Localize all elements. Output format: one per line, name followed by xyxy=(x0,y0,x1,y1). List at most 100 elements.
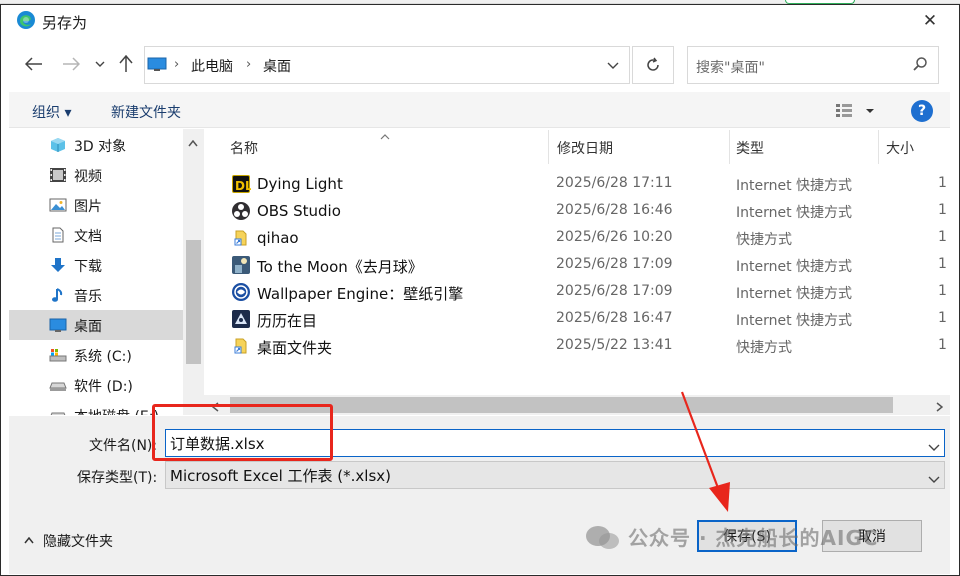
file-date: 2025/6/28 17:09 xyxy=(556,283,673,299)
breadcrumb-this-pc[interactable]: 此电脑 xyxy=(191,56,233,76)
file-row[interactable]: Wallpaper Engine：壁纸引擎 2025/6/28 17:09 In… xyxy=(228,279,950,306)
file-row[interactable]: OBS Studio 2025/6/28 16:46 Internet 快捷方式… xyxy=(228,198,950,225)
column-header-label: 类型 xyxy=(736,141,764,157)
filename-label: 文件名(N): xyxy=(89,438,158,454)
desktop-icon xyxy=(49,317,67,333)
edge-app-icon xyxy=(16,10,36,30)
downloads-icon xyxy=(49,257,67,273)
file-row[interactable]: To the Moon《去月球》 2025/6/28 17:09 Interne… xyxy=(228,252,950,279)
file-type: Internet 快捷方式 xyxy=(736,259,853,275)
back-button[interactable] xyxy=(20,50,48,78)
refresh-icon xyxy=(647,57,659,71)
forward-button[interactable] xyxy=(57,50,85,78)
scroll-right-icon[interactable] xyxy=(936,400,944,416)
hide-folders-toggle[interactable]: 隐藏文件夹 xyxy=(22,531,132,551)
column-header-date[interactable]: 修改日期 xyxy=(549,130,729,164)
new-folder-button[interactable]: 新建文件夹 xyxy=(111,102,181,122)
navigation-scrollbar-thumb[interactable] xyxy=(186,240,201,364)
game-shortcut-icon xyxy=(232,310,250,328)
to-the-moon-icon xyxy=(232,256,250,274)
file-size: 1 xyxy=(938,202,947,218)
arrow-right-icon xyxy=(63,57,80,71)
nav-item-label: 系统 (C:) xyxy=(74,349,132,365)
file-date: 2025/6/28 16:47 xyxy=(556,310,673,326)
highlight-box xyxy=(152,404,333,461)
file-size: 1 xyxy=(938,256,947,272)
help-button[interactable]: ? xyxy=(911,100,933,122)
file-size: 1 xyxy=(938,310,947,326)
music-icon xyxy=(49,287,67,303)
title-bar xyxy=(0,4,960,38)
column-header-type[interactable]: 类型 xyxy=(730,130,878,164)
file-row[interactable]: qihao 2025/6/26 10:20 快捷方式 1 xyxy=(228,225,950,252)
scroll-up-icon[interactable] xyxy=(188,135,198,151)
file-name: 桌面文件夹 xyxy=(257,339,333,357)
details-view-icon xyxy=(836,104,874,117)
dying-light-icon: DL xyxy=(232,175,253,193)
file-date: 2025/6/28 16:46 xyxy=(556,202,673,218)
column-header-name[interactable]: 名称 xyxy=(204,130,548,164)
view-options-button[interactable] xyxy=(834,101,880,121)
file-type: Internet 快捷方式 xyxy=(736,286,853,302)
nav-item-downloads[interactable]: 下载 xyxy=(9,250,184,280)
file-size: 1 xyxy=(938,283,947,299)
hide-folders-label: 隐藏文件夹 xyxy=(43,534,113,550)
system-drive-icon xyxy=(49,347,67,363)
arrow-left-icon xyxy=(25,57,42,71)
chevron-up-icon xyxy=(24,537,34,544)
nav-item-videos[interactable]: 视频 xyxy=(9,160,184,190)
filename-dropdown-icon[interactable] xyxy=(928,439,940,455)
column-header-label: 名称 xyxy=(230,141,258,157)
up-button[interactable] xyxy=(112,50,140,78)
breadcrumb-separator-icon: › xyxy=(174,57,180,72)
file-type: Internet 快捷方式 xyxy=(736,205,853,221)
svg-text:DL: DL xyxy=(235,179,251,193)
nav-item-pictures[interactable]: 图片 xyxy=(9,190,184,220)
organize-button[interactable]: 组织 ▾ xyxy=(32,102,71,122)
file-type: Internet 快捷方式 xyxy=(736,178,853,194)
pictures-icon xyxy=(49,197,67,213)
column-header-label: 大小 xyxy=(886,141,914,157)
drive-icon xyxy=(49,407,67,415)
nav-item-documents[interactable]: 文档 xyxy=(9,220,184,250)
file-row[interactable]: 历历在目 2025/6/28 16:47 Internet 快捷方式 1 xyxy=(228,306,950,333)
file-type: 快捷方式 xyxy=(736,340,792,356)
nav-item-label: 软件 (D:) xyxy=(74,379,133,395)
breadcrumb-desktop[interactable]: 桌面 xyxy=(263,56,291,76)
nav-item-drive-d[interactable]: 软件 (D:) xyxy=(9,370,184,400)
file-date: 2025/6/28 17:11 xyxy=(556,175,673,191)
watermark-text: 公众号 · 杰克船长的AIGC xyxy=(628,526,879,550)
recent-locations-button[interactable] xyxy=(88,50,112,78)
nav-item-desktop[interactable]: 桌面 xyxy=(9,310,184,340)
wallpaper-engine-icon xyxy=(232,283,250,301)
file-name: To the Moon《去月球》 xyxy=(257,258,423,276)
nav-item-label: 音乐 xyxy=(74,289,102,305)
close-icon: ✕ xyxy=(922,11,938,31)
file-row[interactable]: DL Dying Light 2025/6/28 17:11 Internet … xyxy=(228,171,950,198)
nav-item-music[interactable]: 音乐 xyxy=(9,280,184,310)
monitor-icon xyxy=(147,57,167,77)
file-size: 1 xyxy=(938,229,947,245)
file-name: qihao xyxy=(257,229,299,247)
close-button[interactable]: ✕ xyxy=(912,6,948,36)
search-icon xyxy=(912,56,928,76)
nav-item-label: 下载 xyxy=(74,259,102,275)
nav-item-system-drive[interactable]: 系统 (C:) xyxy=(9,340,184,370)
file-row[interactable]: 桌面文件夹 2025/5/22 13:41 快捷方式 1 xyxy=(228,333,950,360)
refresh-button[interactable] xyxy=(632,46,674,84)
file-name: Dying Light xyxy=(257,175,343,193)
search-placeholder: 搜索"桌面" xyxy=(696,60,765,76)
nav-item-label: 文档 xyxy=(74,229,102,245)
file-size: 1 xyxy=(938,337,947,353)
nav-item-label: 3D 对象 xyxy=(74,139,127,155)
breadcrumb-separator-icon: › xyxy=(246,57,252,72)
filetype-dropdown-icon[interactable] xyxy=(928,471,940,487)
address-dropdown-button[interactable] xyxy=(598,47,628,83)
annotation-arrow xyxy=(676,388,746,522)
filetype-value: Microsoft Excel 工作表 (*.xlsx) xyxy=(170,467,392,485)
navigation-pane: 3D 对象 视频 图片 文档 下载 音乐 桌面 系统 (C:) 软件 (D:) … xyxy=(9,129,204,415)
column-header-size[interactable]: 大小 xyxy=(879,130,950,164)
nav-item-3d-objects[interactable]: 3D 对象 xyxy=(9,130,184,160)
documents-icon xyxy=(49,227,67,243)
videos-icon xyxy=(49,167,67,183)
